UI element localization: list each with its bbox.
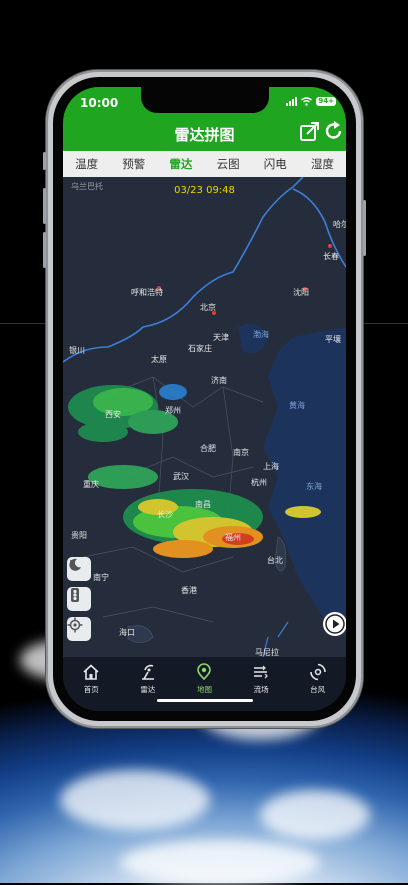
city-label: 武汉	[173, 472, 189, 481]
city-label: 台北	[267, 556, 283, 565]
city-label: 北京	[200, 303, 216, 312]
city-label: 杭州	[251, 478, 267, 487]
tab-radar[interactable]: 雷达	[157, 151, 204, 177]
locate-icon	[67, 617, 83, 633]
city-label: 哈尔	[333, 220, 346, 229]
city-label: 沈阳	[293, 288, 309, 297]
refresh-icon[interactable]	[323, 120, 345, 142]
sea-label: 东海	[306, 482, 322, 491]
city-label: 南京	[233, 448, 249, 457]
notch	[141, 87, 269, 113]
radar-icon	[141, 664, 154, 680]
share-icon[interactable]	[299, 120, 321, 142]
play-icon	[325, 614, 345, 634]
tab-humidity[interactable]: 湿度	[299, 151, 346, 177]
status-time: 10:00	[80, 96, 119, 110]
city-label: 南宁	[93, 573, 109, 582]
sea-area	[263, 327, 346, 637]
city-label: 贵阳	[71, 531, 87, 540]
status-icons: 94+	[286, 97, 336, 106]
tab-lightning[interactable]: 闪电	[252, 151, 299, 177]
wind-flow-icon	[254, 665, 268, 679]
play-button[interactable]	[323, 612, 346, 636]
radar-map[interactable]: 03/23 09:48 乌兰巴托 哈尔 长春 呼和浩特 沈阳 北京 天津 渤海 …	[63, 177, 346, 657]
city-label: 重庆	[83, 480, 99, 489]
nav-radar[interactable]: 雷达	[120, 657, 177, 711]
typhoon-icon	[309, 663, 326, 681]
app-screen: 10:00 94+ 雷达拼图 温度 预警 雷达 云图 闪电 湿度 03/23 0…	[63, 87, 346, 711]
city-label: 长沙	[157, 510, 173, 519]
city-dot	[328, 244, 332, 248]
battery-indicator: 94+	[316, 97, 336, 106]
night-mode-button[interactable]	[67, 557, 91, 581]
city-label: 郑州	[165, 406, 181, 415]
city-label: 马尼拉	[255, 648, 279, 657]
city-label: 香港	[181, 586, 197, 595]
city-label: 石家庄	[188, 344, 212, 353]
home-icon	[83, 664, 99, 680]
sea-label: 渤海	[253, 330, 269, 339]
bottom-nav: 首页 雷达 地图 流场 台风	[63, 657, 346, 711]
city-label: 乌兰巴托	[71, 182, 103, 191]
city-label: 上海	[263, 462, 279, 471]
traffic-light-button[interactable]	[67, 587, 91, 611]
nav-home-label: 首页	[83, 685, 99, 694]
nav-typhoon[interactable]: 台风	[289, 657, 346, 711]
city-label: 济南	[211, 376, 227, 385]
tab-warning[interactable]: 预警	[110, 151, 157, 177]
city-label: 福州	[225, 533, 241, 542]
wifi-icon	[301, 97, 313, 106]
city-label: 南昌	[195, 500, 211, 509]
nav-map-label: 地图	[196, 685, 212, 694]
home-indicator	[157, 699, 253, 702]
tab-cloud[interactable]: 云图	[205, 151, 252, 177]
traffic-light-icon	[71, 588, 79, 602]
nav-map[interactable]: 地图	[176, 657, 233, 711]
city-label: 天津	[213, 333, 229, 342]
city-label: 合肥	[200, 444, 216, 453]
nav-typhoon-label: 台风	[310, 685, 326, 694]
tab-temperature[interactable]: 温度	[63, 151, 110, 177]
city-label: 呼和浩特	[131, 288, 163, 297]
city-label: 平壤	[325, 335, 341, 344]
locate-button[interactable]	[67, 617, 91, 641]
tab-bar: 温度 预警 雷达 云图 闪电 湿度	[63, 151, 346, 177]
city-label: 海口	[119, 628, 135, 637]
nav-radar-label: 雷达	[140, 685, 156, 694]
city-label: 西安	[105, 410, 121, 419]
nav-wind-flow-label: 流场	[253, 685, 269, 694]
phone-frame: 10:00 94+ 雷达拼图 温度 预警 雷达 云图 闪电 湿度 03/23 0…	[43, 70, 366, 728]
nav-wind-flow[interactable]: 流场	[233, 657, 290, 711]
map-pin-icon	[197, 663, 212, 681]
nav-home[interactable]: 首页	[63, 657, 120, 711]
night-mode-icon	[69, 558, 81, 571]
radar-timestamp: 03/23 09:48	[174, 185, 235, 196]
signal-icon	[286, 97, 298, 106]
city-label: 长春	[323, 252, 339, 261]
app-header: 10:00 94+ 雷达拼图	[63, 87, 346, 151]
sea-label: 黄海	[289, 401, 305, 410]
city-label: 太原	[151, 355, 167, 364]
city-label: 银川	[69, 346, 85, 355]
